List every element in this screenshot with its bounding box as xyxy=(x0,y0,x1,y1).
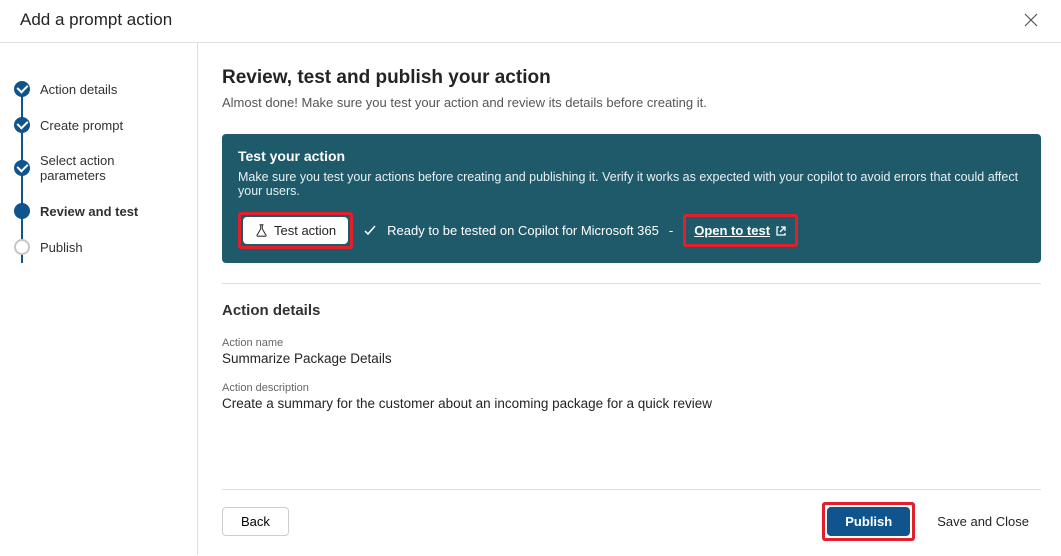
test-status-text: Ready to be tested on Copilot for Micros… xyxy=(387,223,659,238)
step-label: Publish xyxy=(40,240,83,255)
step-select-action-parameters[interactable]: Select action parameters xyxy=(14,143,183,193)
step-label: Select action parameters xyxy=(40,153,183,183)
open-to-test-link[interactable]: Open to test xyxy=(688,219,793,242)
page-subheading: Almost done! Make sure you test your act… xyxy=(222,95,1041,110)
save-and-close-button[interactable]: Save and Close xyxy=(925,508,1041,535)
status-dash: - xyxy=(669,223,673,238)
action-description-value: Create a summary for the customer about … xyxy=(222,396,1041,411)
highlight-open-to-test: Open to test xyxy=(683,214,798,247)
pending-step-icon xyxy=(14,239,30,255)
publish-button[interactable]: Publish xyxy=(827,507,910,536)
check-circle-icon xyxy=(14,117,30,133)
step-create-prompt[interactable]: Create prompt xyxy=(14,107,183,143)
dialog-header: Add a prompt action xyxy=(0,0,1061,43)
highlight-publish: Publish xyxy=(822,502,915,541)
current-step-icon xyxy=(14,203,30,219)
action-name-value: Summarize Package Details xyxy=(222,351,1041,366)
test-panel-text: Make sure you test your actions before c… xyxy=(238,170,1025,198)
action-details-title: Action details xyxy=(222,302,1041,319)
close-icon xyxy=(1024,13,1038,27)
test-row: Test action Ready to be tested on Copilo… xyxy=(238,212,1025,249)
test-your-action-panel: Test your action Make sure you test your… xyxy=(222,134,1041,263)
check-circle-icon xyxy=(14,160,30,176)
test-action-label: Test action xyxy=(274,223,336,238)
footer: Back Publish Save and Close xyxy=(222,489,1041,555)
divider xyxy=(222,283,1041,284)
action-name-label: Action name xyxy=(222,337,1041,349)
checkmark-icon xyxy=(363,224,377,238)
page-heading: Review, test and publish your action xyxy=(222,67,1041,89)
step-publish[interactable]: Publish xyxy=(14,229,183,265)
external-link-icon xyxy=(775,225,787,237)
step-label: Action details xyxy=(40,82,117,97)
highlight-test-action: Test action xyxy=(238,212,353,249)
beaker-icon xyxy=(255,224,268,237)
close-button[interactable] xyxy=(1021,10,1041,30)
check-circle-icon xyxy=(14,81,30,97)
stepper-sidebar: Action details Create prompt Select acti… xyxy=(0,43,198,555)
back-button[interactable]: Back xyxy=(222,507,289,536)
step-label: Create prompt xyxy=(40,118,123,133)
step-action-details[interactable]: Action details xyxy=(14,71,183,107)
dialog-title: Add a prompt action xyxy=(20,10,172,30)
action-description-label: Action description xyxy=(222,382,1041,394)
step-label: Review and test xyxy=(40,204,138,219)
test-panel-title: Test your action xyxy=(238,148,1025,164)
main-panel: Review, test and publish your action Alm… xyxy=(198,43,1061,555)
step-review-and-test[interactable]: Review and test xyxy=(14,193,183,229)
test-action-button[interactable]: Test action xyxy=(243,217,348,244)
open-to-test-label: Open to test xyxy=(694,223,770,238)
